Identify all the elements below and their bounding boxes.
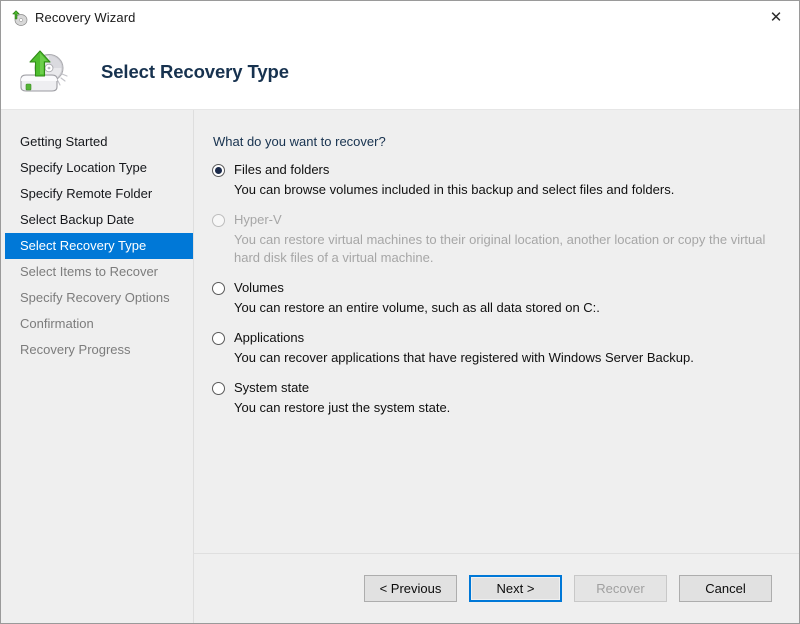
radio-system-state-icon[interactable] <box>212 382 225 395</box>
sidebar-item-recovery-progress: Recovery Progress <box>20 342 131 357</box>
sidebar-item-specify-remote-folder[interactable]: Specify Remote Folder <box>1 181 193 207</box>
option-label-hyper-v: Hyper-V <box>234 212 282 227</box>
option-label-volumes: Volumes <box>234 280 284 295</box>
radio-hyper-v-icon <box>212 214 225 227</box>
recovery-wizard-icon <box>10 9 28 27</box>
radio-row-files-and-folders[interactable]: Files and folders <box>212 162 783 178</box>
sidebar-item-select-backup-date[interactable]: Select Backup Date <box>1 207 193 233</box>
radio-row-volumes[interactable]: Volumes <box>212 280 783 296</box>
next-button[interactable]: Next > <box>469 575 562 602</box>
radio-volumes-icon[interactable] <box>212 282 225 295</box>
title-bar: Recovery Wizard ✕ <box>1 1 799 34</box>
sidebar-item-getting-started[interactable]: Getting Started <box>1 129 193 155</box>
wizard-body: Getting Started Specify Location Type Sp… <box>1 109 799 623</box>
cancel-button[interactable]: Cancel <box>679 575 772 602</box>
sidebar-item-confirmation: Confirmation <box>20 316 94 331</box>
option-files-and-folders: Files and folders You can browse volumes… <box>212 162 783 199</box>
sidebar-item-specify-location-type[interactable]: Specify Location Type <box>1 155 193 181</box>
option-description-volumes: You can restore an entire volume, such a… <box>234 300 600 315</box>
option-description-files-and-folders: You can browse volumes included in this … <box>234 182 675 197</box>
radio-applications-icon[interactable] <box>212 332 225 345</box>
option-label-applications: Applications <box>234 330 305 345</box>
recovery-type-form: What do you want to recover? Files and f… <box>194 110 799 553</box>
page-title: Select Recovery Type <box>101 60 289 82</box>
option-system-state: System state You can restore just the sy… <box>212 380 783 417</box>
form-question: What do you want to recover? <box>213 134 386 149</box>
option-label-files-and-folders: Files and folders <box>234 162 330 177</box>
close-button[interactable]: ✕ <box>753 1 799 33</box>
wizard-header: Select Recovery Type <box>1 34 799 109</box>
option-hyper-v: Hyper-V You can restore virtual machines… <box>212 212 783 267</box>
recovery-wizard-window: Recovery Wizard ✕ Select Recovery Type G… <box>0 0 800 624</box>
disk-restore-icon <box>15 46 73 98</box>
option-volumes: Volumes You can restore an entire volume… <box>212 280 783 317</box>
option-description-applications: You can recover applications that have r… <box>234 350 694 365</box>
radio-row-applications[interactable]: Applications <box>212 330 783 346</box>
option-description-hyper-v: You can restore virtual machines to thei… <box>234 232 766 265</box>
recover-button: Recover <box>574 575 667 602</box>
option-description-system-state: You can restore just the system state. <box>234 400 451 415</box>
sidebar-item-specify-recovery-options: Specify Recovery Options <box>20 290 170 305</box>
previous-button[interactable]: < Previous <box>364 575 457 602</box>
radio-files-and-folders-icon[interactable] <box>212 164 225 177</box>
wizard-content-pane: What do you want to recover? Files and f… <box>194 110 799 623</box>
close-icon: ✕ <box>769 8 783 26</box>
radio-row-hyper-v: Hyper-V <box>212 212 783 228</box>
window-title: Recovery Wizard <box>35 10 136 25</box>
option-applications: Applications You can recover application… <box>212 330 783 367</box>
radio-row-system-state[interactable]: System state <box>212 380 783 396</box>
wizard-step-sidebar: Getting Started Specify Location Type Sp… <box>1 110 194 623</box>
sidebar-item-select-recovery-type[interactable]: Select Recovery Type <box>5 233 193 259</box>
wizard-footer: < Previous Next > Recover Cancel <box>194 553 799 623</box>
option-label-system-state: System state <box>234 380 310 395</box>
sidebar-item-select-items-to-recover: Select Items to Recover <box>20 264 158 279</box>
